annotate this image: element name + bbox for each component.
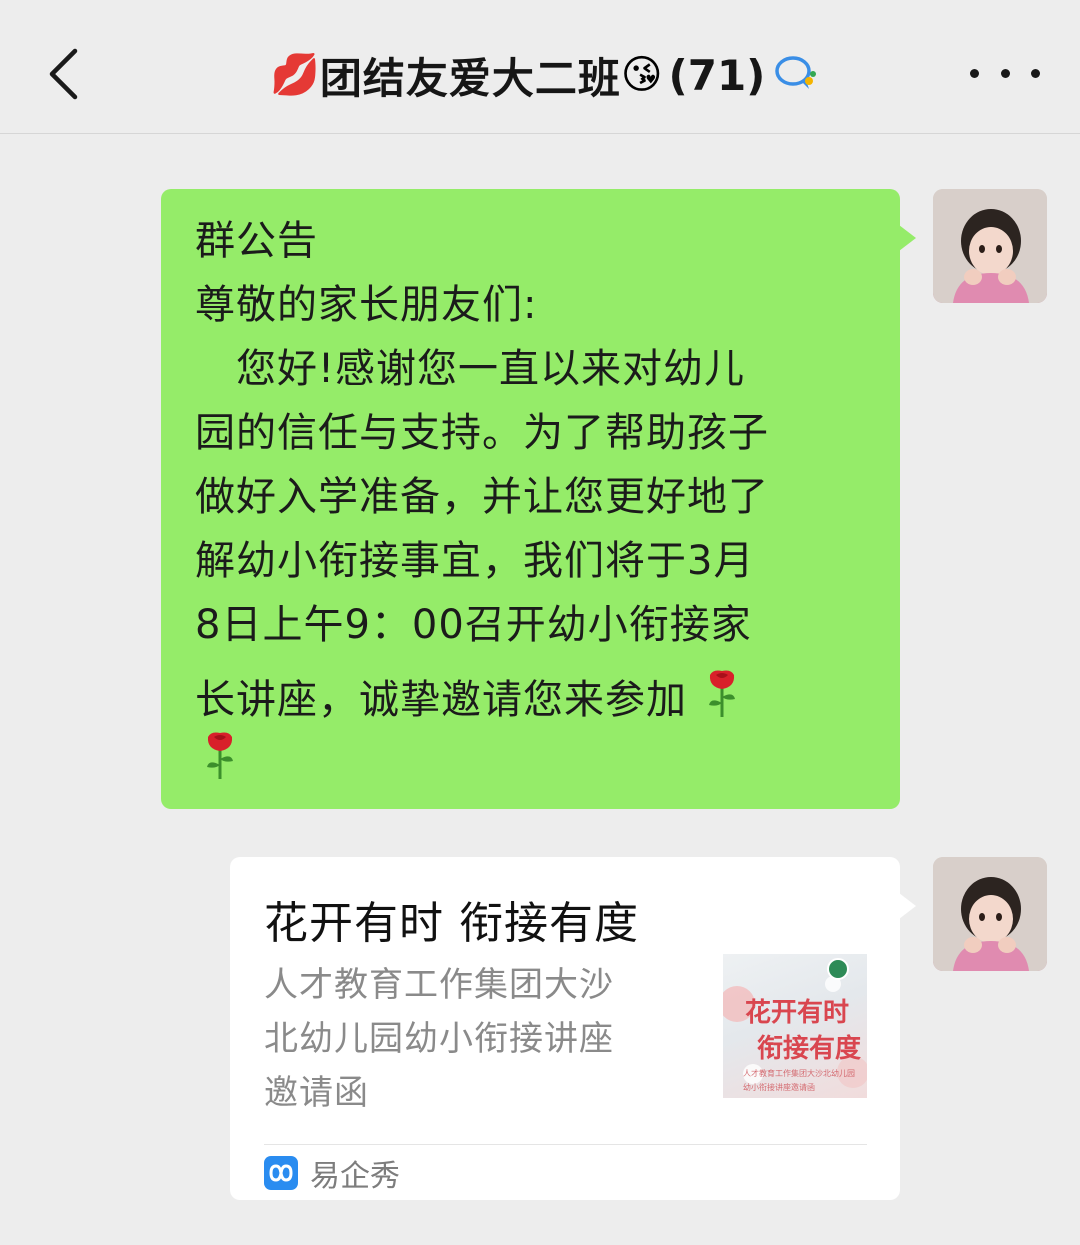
sender-avatar[interactable] — [933, 189, 1047, 303]
member-count: (71) — [668, 50, 766, 100]
message-line: 解幼小衔接事宜，我们将于3月 — [195, 538, 755, 584]
rose-icon — [705, 667, 739, 728]
thumbnail-subtitle: 幼小衔接讲座邀请函 — [743, 1083, 815, 1092]
group-name: 团结友爱大二班 — [319, 53, 621, 103]
sender-avatar[interactable] — [933, 857, 1047, 971]
link-card-source-name: 易企秀 — [310, 1159, 400, 1194]
message-line: 您好!感谢您一直以来对幼儿 — [195, 346, 746, 392]
chat-bubble-icon — [773, 53, 819, 97]
rose-icon — [203, 729, 237, 790]
chat-title[interactable]: 💋 团结友爱大二班 😘 (71) — [270, 44, 819, 106]
link-card-source: 易企秀 — [264, 1153, 400, 1194]
link-card-title: 花开有时 衔接有度 — [264, 898, 639, 949]
kiss-face-emoji: 😘 — [620, 52, 663, 98]
school-logo-icon — [827, 958, 849, 980]
message-text: 长讲座，诚挚邀请您来参加 — [195, 677, 687, 723]
thumbnail-title: 衔接有度 — [757, 1034, 862, 1064]
lips-emoji: 💋 — [270, 52, 320, 98]
more-dot — [1031, 68, 1040, 78]
yiqixiu-logo-icon — [264, 1156, 298, 1190]
announcement-message-bubble[interactable]: 群公告 尊敬的家长朋友们: 您好!感谢您一直以来对幼儿 园的信任与支持。为了帮助… — [161, 189, 916, 809]
thumbnail-title: 花开有时 — [745, 998, 850, 1028]
message-line-last: 长讲座，诚挚邀请您来参加 — [195, 667, 739, 728]
link-card-message[interactable]: 花开有时 衔接有度 人才教育工作集团大沙 北幼儿园幼小衔接讲座 邀请函 花开有时… — [230, 857, 916, 1200]
chevron-left-icon — [49, 48, 78, 100]
message-line: 群公告 — [195, 218, 318, 264]
message-line-rose — [195, 729, 237, 790]
message-line: 尊敬的家长朋友们: — [195, 282, 538, 328]
chat-screen: 💋 团结友爱大二班 😘 (71) 群公告 尊敬的家长朋友们: 您好!感谢您一直以… — [0, 0, 1080, 1245]
link-card-description: 邀请函 — [264, 1073, 369, 1113]
back-button[interactable] — [38, 44, 88, 104]
card-divider — [264, 1144, 867, 1145]
more-dot — [1000, 68, 1010, 78]
more-button[interactable] — [970, 50, 1040, 96]
link-card-description: 人才教育工作集团大沙 — [264, 965, 614, 1005]
message-line: 做好入学准备，并让您更好地了 — [195, 474, 769, 520]
chat-header: 💋 团结友爱大二班 😘 (71) — [0, 0, 1080, 134]
message-line: 园的信任与支持。为了帮助孩子 — [195, 410, 769, 456]
more-dot — [970, 68, 979, 78]
link-card-description: 北幼儿园幼小衔接讲座 — [264, 1019, 614, 1059]
thumbnail-subtitle: 人才教育工作集团大沙北幼儿园 — [743, 1069, 855, 1078]
link-card-thumbnail: 花开有时 衔接有度 人才教育工作集团大沙北幼儿园 幼小衔接讲座邀请函 — [723, 954, 867, 1098]
message-line: 8日上午9：00召开幼小衔接家 — [195, 602, 752, 648]
